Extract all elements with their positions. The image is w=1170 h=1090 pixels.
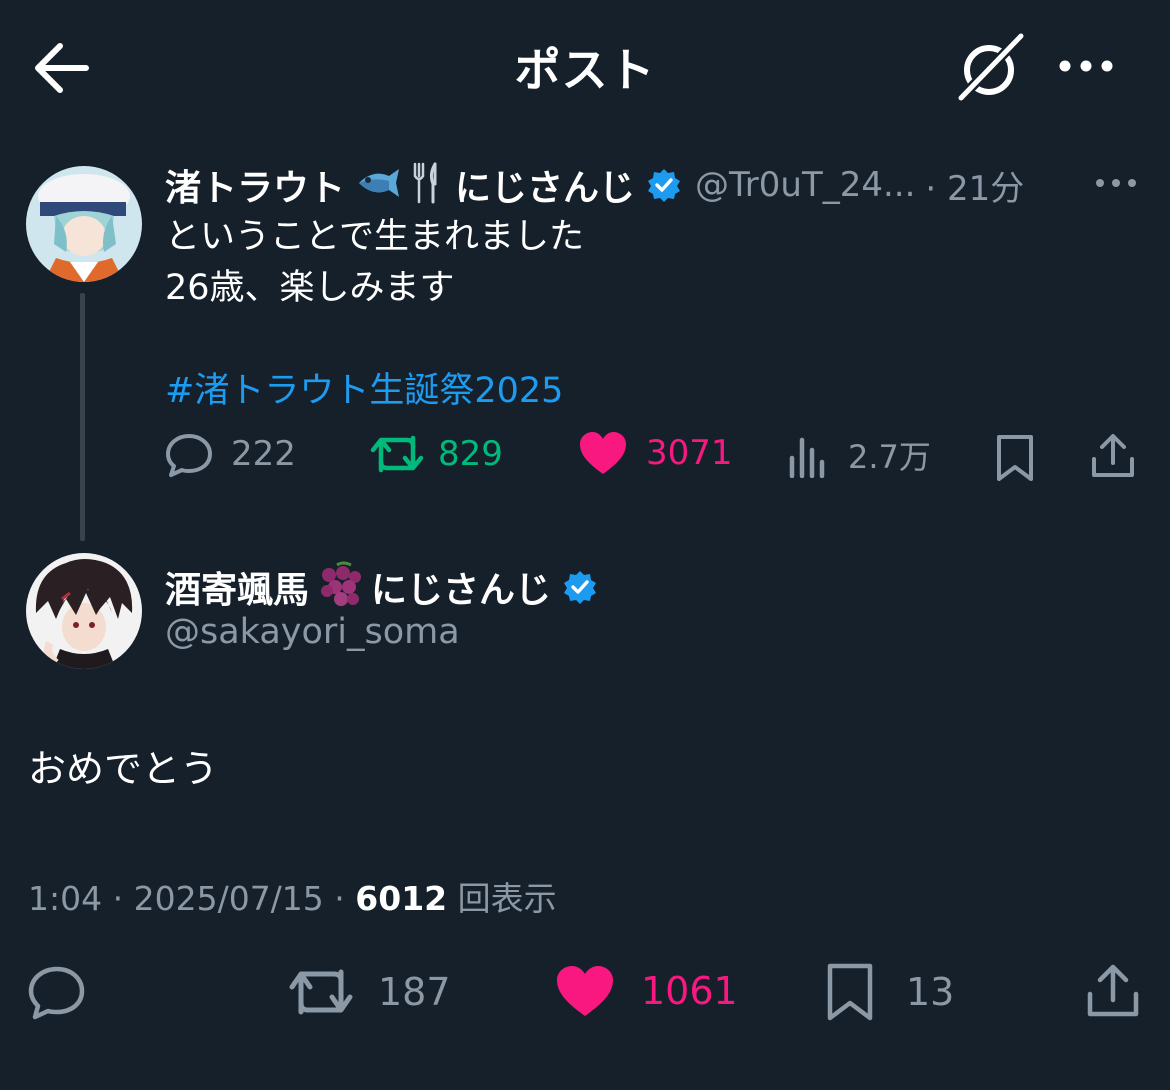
- post-header: 酒寄颯馬 にじさんじ: [165, 561, 597, 613]
- retweet-count: 829: [438, 434, 503, 474]
- views-count: 2.7万: [848, 438, 931, 476]
- more-horizontal-icon[interactable]: [1055, 46, 1117, 86]
- bookmark-icon[interactable]: [995, 433, 1035, 483]
- reply-button[interactable]: 222: [165, 430, 296, 478]
- post-time[interactable]: 1:04: [28, 879, 102, 918]
- user-handle[interactable]: @sakayori_soma: [165, 612, 460, 652]
- top-bar: ポスト: [0, 0, 1170, 135]
- display-name[interactable]: 渚トラウト: [165, 159, 345, 211]
- views-count: 6012: [355, 879, 448, 918]
- post-meta: 1:04 · 2025/07/15 · 6012 回表示: [28, 872, 557, 920]
- post-date[interactable]: 2025/07/15: [134, 879, 324, 918]
- views-button[interactable]: 2.7万: [788, 432, 931, 478]
- share-icon[interactable]: [1086, 964, 1140, 1018]
- avatar[interactable]: [26, 553, 142, 669]
- grapes-icon: [313, 561, 363, 613]
- share-icon[interactable]: [1090, 433, 1136, 479]
- reply-icon: [166, 434, 212, 477]
- separator-dot: ·: [334, 879, 356, 918]
- affiliation-label[interactable]: にじさんじ: [371, 561, 551, 613]
- like-count: 3071: [646, 433, 733, 473]
- post-time[interactable]: · 21分: [925, 161, 1024, 210]
- hashtag-link[interactable]: #渚トラウト生誕祭2025: [165, 362, 563, 413]
- retweet-icon: [289, 969, 353, 1015]
- analytics-icon: [789, 437, 825, 478]
- grok-icon[interactable]: [955, 32, 1027, 104]
- verified-badge-icon: [564, 571, 597, 604]
- like-button[interactable]: 3071: [578, 430, 733, 476]
- bookmark-button[interactable]: 13: [826, 962, 954, 1022]
- fish-icon: [353, 166, 401, 204]
- like-button[interactable]: 1061: [555, 964, 738, 1018]
- more-horizontal-icon[interactable]: [1092, 168, 1140, 198]
- post-text: ということで生まれました 26歳、楽しみます: [165, 217, 584, 308]
- reply-count: 222: [231, 434, 296, 474]
- verified-badge-icon: [648, 169, 681, 202]
- thread-connector: [80, 293, 85, 541]
- separator-dot: ·: [112, 879, 134, 918]
- retweet-button[interactable]: 187: [288, 962, 451, 1022]
- post-header: 渚トラウト にじさんじ @Tr0uT_24... · 21分: [165, 160, 1024, 210]
- avatar[interactable]: [26, 166, 142, 282]
- post-text: おめでとう: [28, 747, 219, 791]
- heart-icon: [557, 966, 613, 1016]
- views-label: 回表示: [457, 879, 557, 918]
- retweet-icon: [370, 435, 424, 473]
- fork-knife-icon: [409, 162, 443, 208]
- display-name[interactable]: 酒寄颯馬: [165, 561, 309, 613]
- retweet-count: 187: [378, 970, 451, 1014]
- heart-icon: [580, 432, 626, 474]
- bookmark-count: 13: [906, 970, 955, 1014]
- like-count: 1061: [641, 969, 738, 1013]
- bookmark-icon: [827, 963, 873, 1021]
- affiliation-label[interactable]: にじさんじ: [455, 159, 635, 211]
- reply-icon[interactable]: [28, 964, 86, 1020]
- retweet-button[interactable]: 829: [370, 430, 503, 478]
- user-handle[interactable]: @Tr0uT_24...: [695, 165, 915, 205]
